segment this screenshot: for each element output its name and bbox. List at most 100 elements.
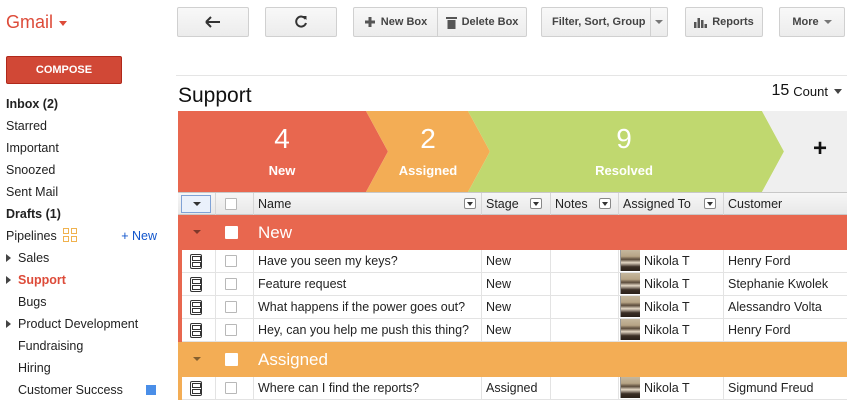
collapse-group-icon[interactable] <box>193 357 201 361</box>
row-checkbox[interactable] <box>225 324 237 336</box>
row-checkbox[interactable] <box>225 301 237 313</box>
table-row[interactable]: Have you seen my keys? New Nikola T Henr… <box>178 250 847 273</box>
toolbar-divider <box>176 75 847 76</box>
chevron-down-icon <box>59 21 68 26</box>
cell-notes[interactable] <box>551 250 619 273</box>
cell-stage[interactable]: New <box>482 250 551 273</box>
cell-customer[interactable]: Henry Ford <box>724 319 847 342</box>
column-header-customer[interactable]: Customer <box>724 193 847 215</box>
sidebar-item-important[interactable]: Important <box>0 137 170 159</box>
new-box-button[interactable]: New Box <box>354 8 437 36</box>
collapse-group-icon[interactable] <box>193 230 201 234</box>
box-icon[interactable] <box>190 323 202 338</box>
column-header-assigned-to[interactable]: Assigned To <box>619 193 724 215</box>
cell-notes[interactable] <box>551 377 619 400</box>
cell-name[interactable]: Have you seen my keys? <box>254 250 482 273</box>
sidebar-item-starred[interactable]: Starred <box>0 115 170 137</box>
new-pipeline-link[interactable]: + New <box>121 225 157 247</box>
table-row[interactable]: Hey, can you help me push this thing? Ne… <box>178 319 847 342</box>
column-menu-icon[interactable] <box>704 198 716 209</box>
back-button[interactable] <box>177 7 249 37</box>
cell-assigned-to[interactable]: Nikola T <box>619 250 724 273</box>
column-header-notes[interactable]: Notes <box>551 193 619 215</box>
trash-icon <box>445 16 457 29</box>
stage-new[interactable]: 4 New <box>198 111 366 179</box>
sidebar-item-label: Drafts (1) <box>6 207 61 221</box>
cell-assigned-to[interactable]: Nikola T <box>619 319 724 342</box>
sidebar-item-label: Product Development <box>18 317 139 331</box>
cell-customer[interactable]: Sigmund Freud <box>724 377 847 400</box>
select-all-checkbox[interactable] <box>225 198 237 210</box>
sidebar-item-sent-mail[interactable]: Sent Mail <box>0 181 170 203</box>
sidebar-item-sales[interactable]: Sales <box>0 247 170 269</box>
cell-name[interactable]: What happens if the power goes out? <box>254 296 482 319</box>
cell-stage[interactable]: New <box>482 319 551 342</box>
box-actions-group: New Box Delete Box <box>353 7 527 37</box>
sidebar-item-inbox[interactable]: Inbox (2) <box>0 93 170 115</box>
add-stage-button[interactable]: + <box>806 135 834 163</box>
cell-name[interactable]: Hey, can you help me push this thing? <box>254 319 482 342</box>
box-icon[interactable] <box>190 381 202 396</box>
stage-resolved[interactable]: 9 Resolved <box>478 111 770 179</box>
chevron-down-icon[interactable] <box>655 20 663 24</box>
pipeline-stages: 4 New 2 Assigned 9 Resolved + <box>178 111 847 192</box>
column-menu-icon[interactable] <box>599 198 611 209</box>
cell-stage[interactable]: New <box>482 273 551 296</box>
column-menu-icon[interactable] <box>464 198 476 209</box>
sidebar-item-pipelines[interactable]: Pipelines + New <box>0 225 170 247</box>
row-checkbox[interactable] <box>225 255 237 267</box>
cell-notes[interactable] <box>551 296 619 319</box>
row-checkbox[interactable] <box>225 382 237 394</box>
column-menu-icon[interactable] <box>530 198 542 209</box>
select-menu-dropdown[interactable] <box>181 195 211 213</box>
more-button[interactable]: More <box>779 7 845 37</box>
group-header-new[interactable]: New <box>178 215 847 250</box>
group-select-checkbox[interactable] <box>225 353 238 366</box>
sidebar-item-hiring[interactable]: Hiring <box>0 357 170 379</box>
gmail-logo[interactable]: Gmail <box>6 12 68 33</box>
row-checkbox[interactable] <box>225 278 237 290</box>
sidebar-item-snoozed[interactable]: Snoozed <box>0 159 170 181</box>
sidebar-item-product-development[interactable]: Product Development <box>0 313 170 335</box>
cell-customer[interactable]: Henry Ford <box>724 250 847 273</box>
box-icon[interactable] <box>190 277 202 292</box>
column-label: Notes <box>555 197 588 211</box>
column-header-stage[interactable]: Stage <box>482 193 551 215</box>
sidebar-item-label: Snoozed <box>6 163 56 177</box>
box-icon[interactable] <box>190 300 202 315</box>
stage-assigned[interactable]: 2 Assigned <box>378 111 478 179</box>
sidebar-item-bugs[interactable]: Bugs <box>0 291 170 313</box>
delete-box-button[interactable]: Delete Box <box>438 8 526 36</box>
count-label: Count <box>793 83 828 99</box>
group-select-checkbox[interactable] <box>225 226 238 239</box>
cell-assigned-to[interactable]: Nikola T <box>619 377 724 400</box>
cell-stage[interactable]: New <box>482 296 551 319</box>
cell-assigned-to[interactable]: Nikola T <box>619 296 724 319</box>
compose-button[interactable]: COMPOSE <box>6 56 122 84</box>
cell-stage[interactable]: Assigned <box>482 377 551 400</box>
refresh-button[interactable] <box>265 7 337 37</box>
box-icon[interactable] <box>190 254 202 269</box>
reports-button[interactable]: Reports <box>685 7 763 37</box>
cell-assigned-to[interactable]: Nikola T <box>619 273 724 296</box>
table-row[interactable]: Feature request New Nikola T Stephanie K… <box>178 273 847 296</box>
filter-sort-group-button[interactable]: Filter, Sort, Group <box>541 7 668 37</box>
column-header-name[interactable]: Name <box>254 193 482 215</box>
table-row[interactable]: What happens if the power goes out? New … <box>178 296 847 319</box>
expand-arrow-icon[interactable] <box>6 276 11 284</box>
table-row[interactable]: Where can I find the reports? Assigned N… <box>178 377 847 400</box>
cell-notes[interactable] <box>551 273 619 296</box>
count-selector[interactable]: 15 Count <box>772 82 842 100</box>
cell-notes[interactable] <box>551 319 619 342</box>
sidebar-item-support[interactable]: Support <box>0 269 170 291</box>
cell-customer[interactable]: Stephanie Kwolek <box>724 273 847 296</box>
expand-arrow-icon[interactable] <box>6 254 11 262</box>
sidebar-item-fundraising[interactable]: Fundraising <box>0 335 170 357</box>
cell-name[interactable]: Feature request <box>254 273 482 296</box>
sidebar-item-drafts[interactable]: Drafts (1) <box>0 203 170 225</box>
expand-arrow-icon[interactable] <box>6 320 11 328</box>
cell-customer[interactable]: Alessandro Volta <box>724 296 847 319</box>
group-header-assigned[interactable]: Assigned <box>178 342 847 377</box>
cell-name[interactable]: Where can I find the reports? <box>254 377 482 400</box>
sidebar-item-customer-success[interactable]: Customer Success <box>0 379 170 401</box>
